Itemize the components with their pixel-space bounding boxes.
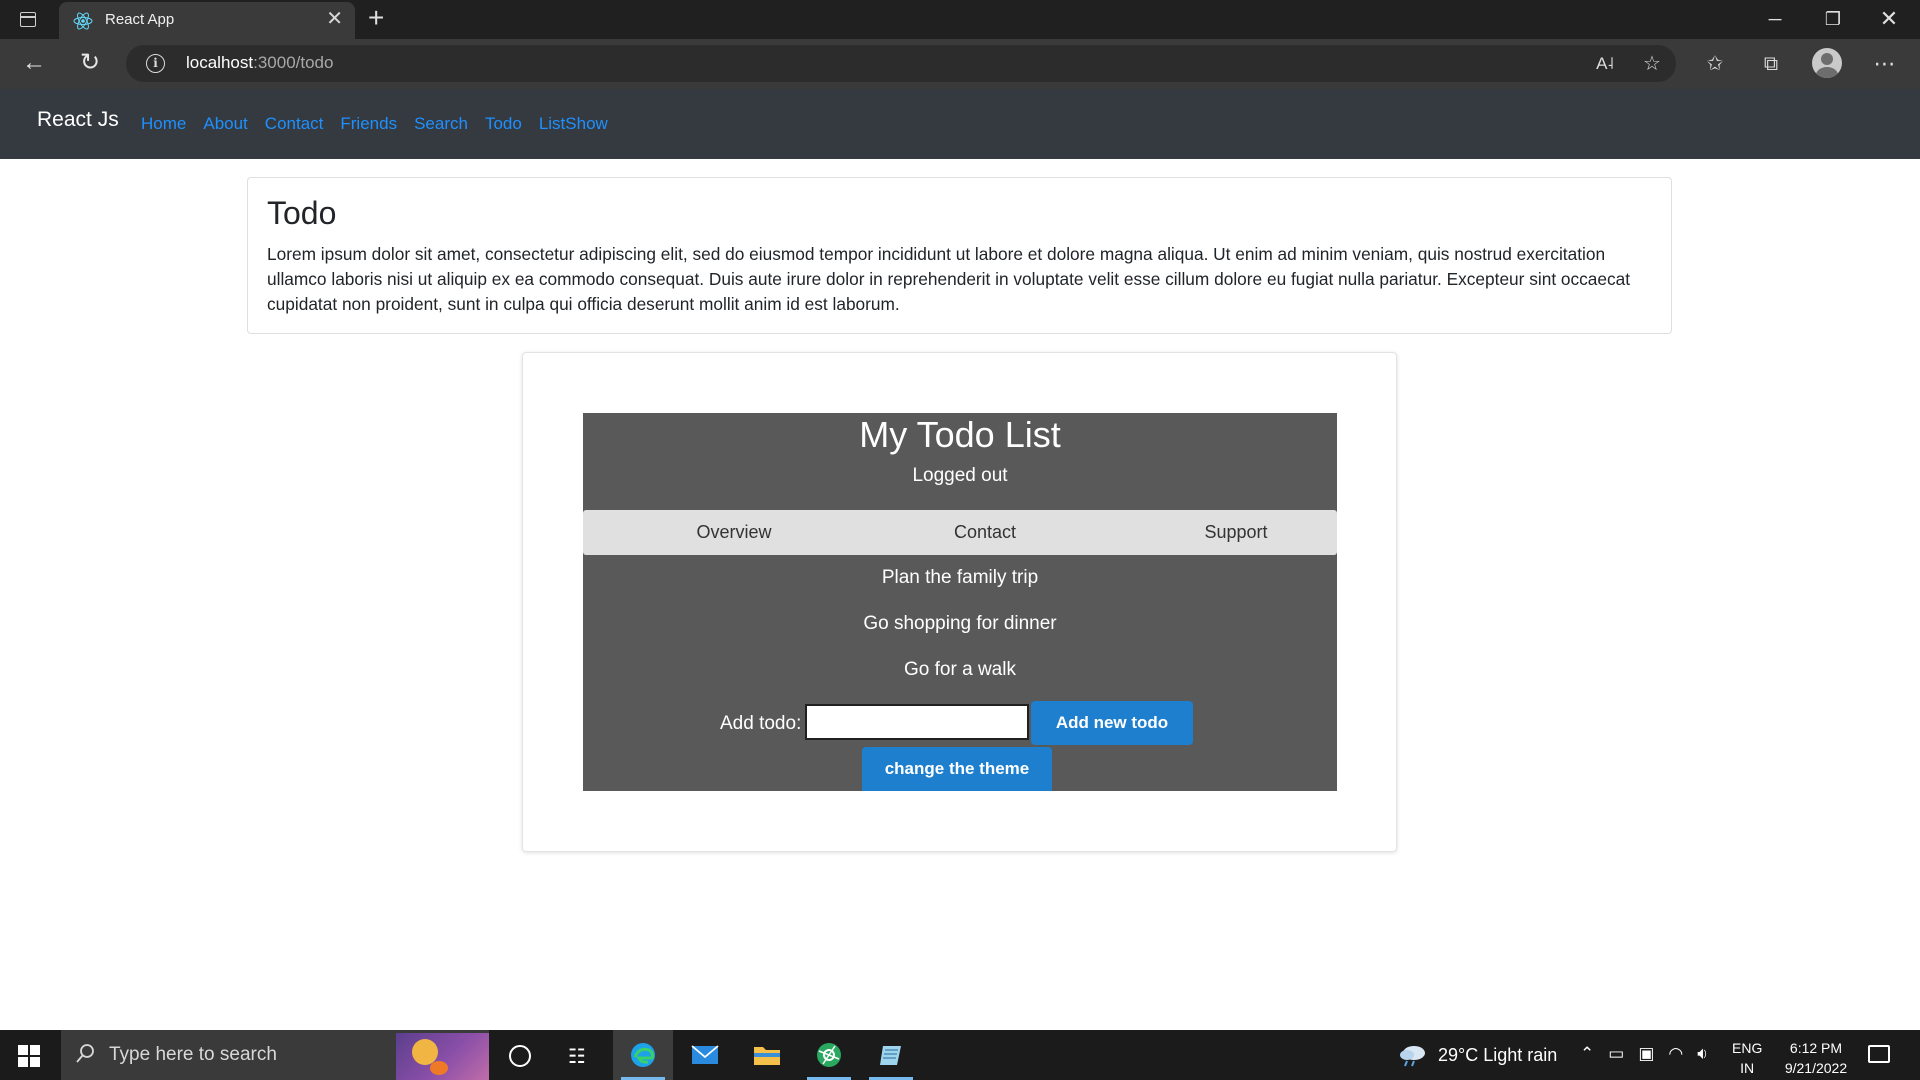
nav-link-about[interactable]: About (203, 114, 247, 134)
todo-item: Go shopping for dinner (863, 613, 1057, 634)
clock-date: 9/21/2022 (1784, 1060, 1848, 1076)
clock[interactable]: 6:12 PM 9/21/2022 (1776, 1038, 1856, 1078)
notes-taskbar-app[interactable] (861, 1030, 921, 1080)
site-navbar: React Js Home About Contact Friends Sear… (0, 89, 1920, 159)
file-explorer-taskbar-app[interactable] (737, 1030, 797, 1080)
site-info-icon[interactable]: i (146, 54, 165, 73)
url-path: :3000/todo (253, 53, 334, 72)
folder-icon (754, 1047, 780, 1065)
todo-item: Go for a walk (904, 659, 1016, 680)
todo-container: My Todo List Logged out Overview Contact… (522, 352, 1397, 852)
edge-icon (631, 1043, 655, 1067)
app-taskbar-item[interactable] (799, 1030, 859, 1080)
todo-app: My Todo List Logged out Overview Contact… (583, 413, 1337, 791)
change-theme-button[interactable]: change the theme (862, 747, 1052, 791)
nav-link-listshow[interactable]: ListShow (539, 114, 608, 134)
address-toolbar: ← ↻ i localhost:3000/todo A˨ ☆ ✩ ⧉ ⋯ (0, 39, 1920, 89)
volume-icon[interactable]: 🔉︎ (1697, 1044, 1708, 1064)
url-host: localhost (186, 53, 254, 72)
browser-tab[interactable]: React App ✕ (59, 2, 355, 39)
todo-title: My Todo List (859, 414, 1061, 455)
todo-tab-bar: Overview Contact Support (583, 510, 1337, 555)
tab-actions-icon[interactable] (18, 10, 38, 30)
task-view-icon[interactable]: ☷ (568, 1044, 586, 1069)
add-favorite-icon[interactable]: ☆ (1637, 51, 1667, 77)
language-code: ENG (1732, 1040, 1763, 1056)
nav-link-friends[interactable]: Friends (340, 114, 397, 134)
profile-icon[interactable] (1812, 48, 1842, 78)
tab-contact[interactable]: Contact (885, 522, 1085, 543)
read-aloud-icon[interactable]: A˨ (1590, 51, 1620, 77)
mail-taskbar-app[interactable] (675, 1030, 735, 1080)
mail-icon (691, 1045, 719, 1064)
todo-item: Plan the family trip (881, 567, 1039, 588)
nav-link-search[interactable]: Search (414, 114, 468, 134)
rain-cloud-icon[interactable] (1398, 1043, 1428, 1067)
nav-link-home[interactable]: Home (141, 114, 186, 134)
system-tray: ⌃ ▭ ▣ ◠ 🔉︎ (1580, 1044, 1708, 1064)
react-logo-icon (73, 12, 93, 30)
reload-button[interactable]: ↻ (74, 48, 106, 78)
app-globe-icon (817, 1043, 841, 1067)
notes-icon (880, 1046, 901, 1065)
back-button[interactable]: ← (18, 48, 50, 78)
wifi-icon[interactable]: ◠ (1668, 1044, 1683, 1064)
add-todo-label: Add todo: (720, 713, 802, 734)
tab-support[interactable]: Support (1136, 522, 1336, 543)
windows-start-icon[interactable] (18, 1045, 40, 1067)
collections-icon[interactable]: ⧉ (1756, 51, 1786, 77)
intro-text: Lorem ipsum dolor sit amet, consectetur … (267, 244, 1631, 314)
battery-icon[interactable]: ▭ (1608, 1044, 1624, 1064)
windows-taskbar: Type here to search ☷ 29°C Light rain ⌃ … (0, 1030, 1920, 1080)
intro-card: Todo Lorem ipsum dolor sit amet, consect… (247, 177, 1672, 334)
notification-icon[interactable] (1868, 1045, 1890, 1063)
navbar-brand[interactable]: React Js (37, 108, 119, 132)
more-icon[interactable]: ⋯ (1870, 51, 1900, 77)
search-highlight-image (396, 1033, 489, 1080)
address-bar[interactable]: i localhost:3000/todo (126, 45, 1676, 82)
favorites-icon[interactable]: ✩ (1700, 51, 1730, 77)
add-new-todo-button[interactable]: Add new todo (1031, 701, 1193, 745)
cortana-icon[interactable] (509, 1045, 531, 1067)
nav-links: Home About Contact Friends Search Todo L… (141, 114, 608, 134)
restore-button[interactable]: ❐ (1810, 6, 1856, 32)
chevron-up-icon[interactable]: ⌃ (1580, 1044, 1594, 1064)
close-window-button[interactable]: ✕ (1866, 6, 1912, 32)
browser-tab-bar: React App ✕ + ─ ❐ ✕ (0, 0, 1920, 39)
tab-close-icon[interactable]: ✕ (326, 9, 343, 29)
weather-text[interactable]: 29°C Light rain (1438, 1045, 1557, 1066)
add-todo-input[interactable] (805, 704, 1029, 740)
nav-link-todo[interactable]: Todo (485, 114, 522, 134)
page-title: Todo (267, 195, 337, 231)
clock-time: 6:12 PM (1789, 1040, 1843, 1056)
edge-taskbar-app[interactable] (613, 1030, 673, 1080)
tab-overview[interactable]: Overview (634, 522, 834, 543)
search-placeholder: Type here to search (109, 1044, 277, 1065)
login-status: Logged out (912, 465, 1008, 486)
search-icon (76, 1044, 94, 1063)
taskbar-search-box[interactable]: Type here to search (61, 1030, 489, 1080)
url-text[interactable]: localhost:3000/todo (186, 53, 333, 73)
new-tab-button[interactable]: + (368, 3, 384, 33)
tab-title: React App (105, 11, 175, 28)
meet-now-icon[interactable]: ▣ (1638, 1044, 1654, 1064)
region-code: IN (1740, 1060, 1755, 1076)
nav-link-contact[interactable]: Contact (265, 114, 324, 134)
language-indicator[interactable]: ENG IN (1732, 1038, 1762, 1078)
minimize-button[interactable]: ─ (1752, 6, 1798, 32)
